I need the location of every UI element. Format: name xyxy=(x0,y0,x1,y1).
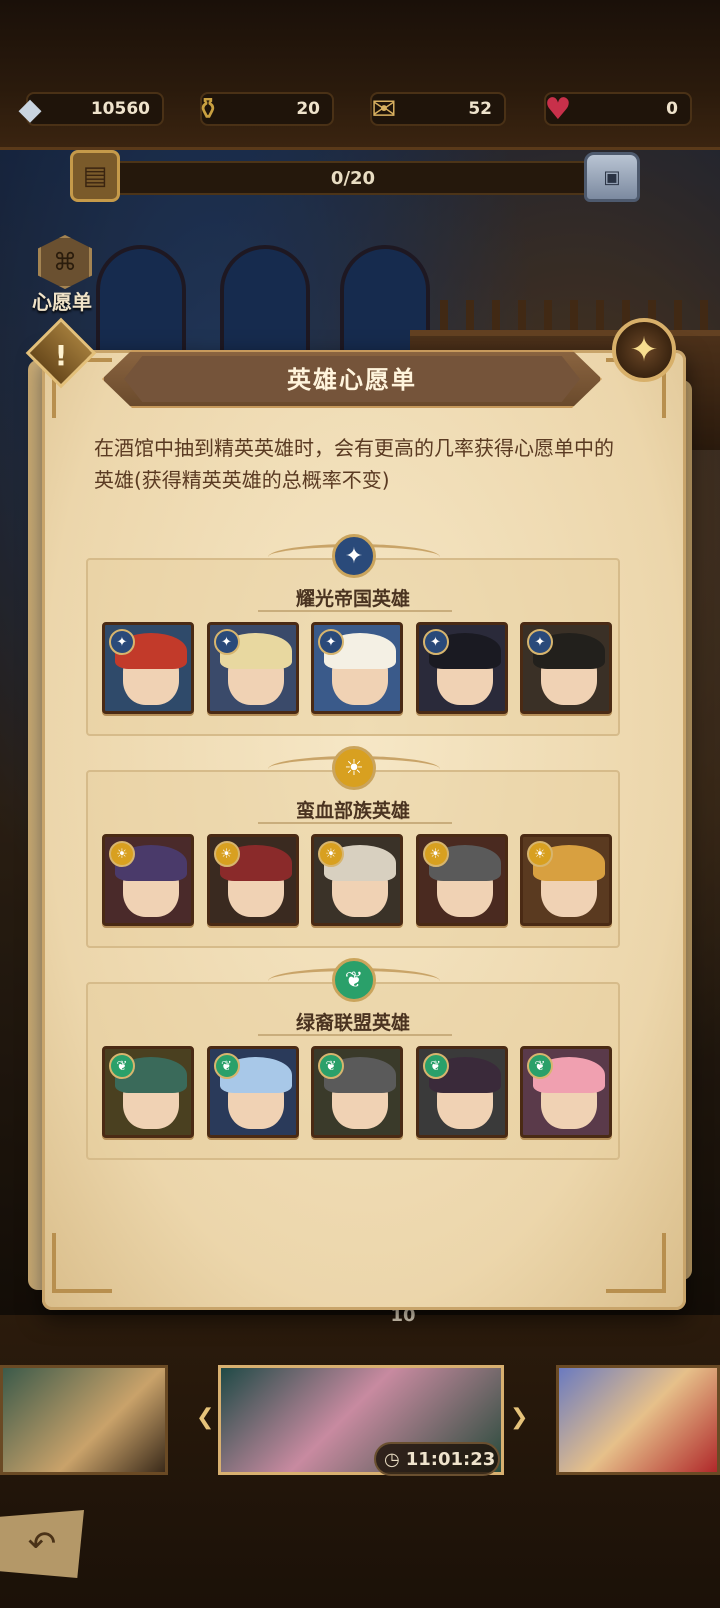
alliance-badge-icon: ❦ xyxy=(109,1053,135,1079)
resource-bag-scroll-value: 52 xyxy=(468,99,492,119)
clock-icon: ◷ xyxy=(384,1448,400,1470)
divider xyxy=(258,1034,452,1036)
tribe-badge-icon: ☀ xyxy=(422,841,449,867)
book-icon[interactable]: ▤ xyxy=(70,150,120,202)
resource-scroll-value: 20 xyxy=(296,99,320,119)
close-button[interactable]: ✦ xyxy=(612,318,676,382)
hero-portrait[interactable]: ☀ xyxy=(311,834,403,926)
back-arrow-icon: ↶ xyxy=(27,1524,57,1564)
wishlist-modal: ! ✦ 英雄心愿单 在酒馆中抽到精英英雄时，会有更高的几率获得心愿单中的英雄(获… xyxy=(25,317,692,1315)
tribe-badge-icon: ☀ xyxy=(213,841,240,867)
hero-portrait[interactable]: ✦ xyxy=(206,622,299,714)
timer-text: 11:01:23 xyxy=(405,1448,496,1470)
arrow-left-icon[interactable]: ❮ xyxy=(196,1405,214,1430)
wishlist-side-label: 心愿单 xyxy=(32,290,92,314)
arrow-right-icon[interactable]: ❯ xyxy=(510,1405,528,1430)
empire-badge-icon: ✦ xyxy=(213,629,240,655)
hero-list: ☀ ☀ ☀ ☀ ☀ xyxy=(102,834,612,926)
hero-portrait[interactable]: ☀ xyxy=(415,834,508,926)
alliance-emblem-icon: ❦ xyxy=(332,958,376,1002)
hero-portrait[interactable]: ❦ xyxy=(102,1046,194,1138)
faction-title: 耀光帝国英雄 xyxy=(295,588,410,610)
wish-progress-text: 0/20 xyxy=(330,168,376,189)
hero-portrait[interactable]: ❦ xyxy=(520,1046,612,1138)
close-icon: ✦ xyxy=(629,330,659,370)
hero-portrait[interactable]: ✦ xyxy=(520,622,612,714)
alliance-badge-icon: ❦ xyxy=(213,1053,240,1079)
empire-badge-icon: ✦ xyxy=(527,629,553,655)
modal-description: 在酒馆中抽到精英英雄时，会有更高的几率获得心愿单中的英雄(获得精英英雄的总概率不… xyxy=(94,436,614,492)
hero-list: ❦ ❦ ❦ ❦ ❦ xyxy=(102,1046,612,1138)
empire-badge-icon: ✦ xyxy=(422,629,449,655)
treasure-chest-icon[interactable]: ▣ xyxy=(584,152,640,202)
tribe-badge-icon: ☀ xyxy=(527,841,553,867)
resource-heart-value: 0 xyxy=(666,99,678,119)
hero-portrait[interactable]: ❦ xyxy=(311,1046,403,1138)
hero-portrait[interactable]: ✦ xyxy=(311,622,403,714)
bag-scroll-icon: ✉ xyxy=(371,91,397,127)
empire-badge-icon: ✦ xyxy=(318,629,344,655)
faction-section-tribe: ☀ 蛮血部族英雄 ☀ ☀ ☀ ☀ ☀ xyxy=(86,746,620,948)
tribe-badge-icon: ☀ xyxy=(318,841,344,867)
banner-thumbnail-left[interactable] xyxy=(0,1365,168,1475)
exclamation-icon: ! xyxy=(54,338,68,372)
hero-portrait[interactable]: ✦ xyxy=(102,622,194,714)
wish-progress-bar: 0/20 xyxy=(108,161,598,195)
hero-portrait[interactable]: ❦ xyxy=(206,1046,299,1138)
faction-section-empire: ✦ 耀光帝国英雄 ✦ ✦ ✦ ✦ ✦ xyxy=(86,534,620,736)
empire-badge-icon: ✦ xyxy=(109,629,135,655)
hero-portrait[interactable]: ☀ xyxy=(206,834,299,926)
banner-thumbnail-right[interactable] xyxy=(556,1365,720,1475)
corner-ornament xyxy=(606,1233,666,1293)
hero-portrait[interactable]: ❦ xyxy=(415,1046,508,1138)
divider xyxy=(258,822,452,824)
empire-emblem-icon: ✦ xyxy=(332,534,376,578)
hero-portrait[interactable]: ☀ xyxy=(520,834,612,926)
faction-title: 蛮血部族英雄 xyxy=(295,800,410,822)
alliance-badge-icon: ❦ xyxy=(422,1053,449,1079)
alliance-badge-icon: ❦ xyxy=(318,1053,344,1079)
faction-section-alliance: ❦ 绿裔联盟英雄 ❦ ❦ ❦ ❦ ❦ xyxy=(86,958,620,1160)
tribe-badge-icon: ☀ xyxy=(109,841,135,867)
corner-ornament xyxy=(52,1233,112,1293)
hero-portrait[interactable]: ☀ xyxy=(102,834,194,926)
back-button[interactable]: ↶ xyxy=(0,1510,84,1578)
resource-bar xyxy=(0,0,720,150)
diamond-icon: ◆ xyxy=(18,91,42,127)
hero-list: ✦ ✦ ✦ ✦ ✦ xyxy=(102,622,612,714)
faction-title: 绿裔联盟英雄 xyxy=(295,1012,410,1034)
resource-diamond-value: 10560 xyxy=(90,99,150,119)
banner-timer: ◷ 11:01:23 xyxy=(374,1442,500,1476)
alliance-badge-icon: ❦ xyxy=(527,1053,553,1079)
modal-title: 英雄心愿单 xyxy=(287,366,417,394)
hero-portrait[interactable]: ✦ xyxy=(415,622,508,714)
heart-icon: ♥ xyxy=(544,91,572,127)
tribe-emblem-icon: ☀ xyxy=(332,746,376,790)
scroll-icon: ⚱ xyxy=(195,91,221,127)
divider xyxy=(258,610,452,612)
